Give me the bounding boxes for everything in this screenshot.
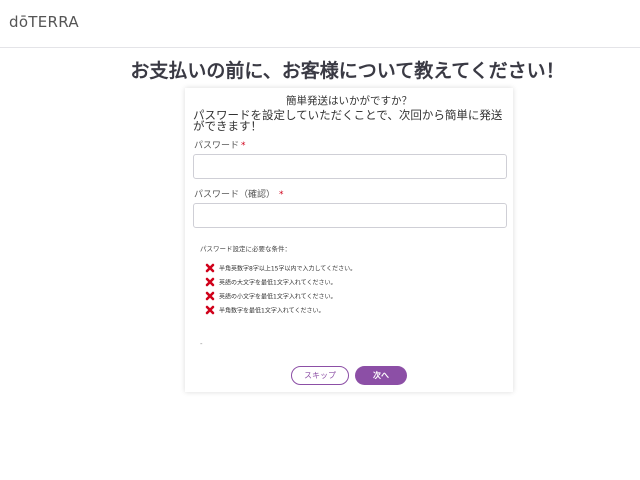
confirm-password-input[interactable] xyxy=(193,203,507,228)
placeholder-dash: - xyxy=(200,340,203,348)
password-setup-card: 簡単発送はいかがですか？ パスワードを設定していただくことで、次回から簡単に発送… xyxy=(185,88,513,392)
requirement-text: 半角数字を最低1文字入れてください。 xyxy=(219,307,325,315)
red-x-icon xyxy=(205,305,215,315)
password-label: パスワード * xyxy=(194,138,246,151)
requirement-text: 英語の大文字を最低1文字入れてください。 xyxy=(219,279,337,287)
confirm-password-label: パスワード（確認） * xyxy=(194,187,284,200)
requirement-item: 英語の小文字を最低1文字入れてください。 xyxy=(205,291,336,301)
red-x-icon xyxy=(205,263,215,273)
card-description: パスワードを設定していただくことで、次回から簡単に発送ができます！ xyxy=(193,108,503,133)
requirement-text: 英語の小文字を最低1文字入れてください。 xyxy=(219,293,337,301)
red-x-icon xyxy=(205,277,215,287)
doterra-logo[interactable]: dōTERRA xyxy=(9,13,79,31)
required-mark: * xyxy=(241,141,246,151)
top-bar: dōTERRA xyxy=(0,0,640,48)
password-input[interactable] xyxy=(193,154,507,179)
requirement-item: 半角数字を最低1文字入れてください。 xyxy=(205,305,324,315)
requirement-item: 半角英数字8字以上15字以内で入力してください。 xyxy=(205,263,356,273)
next-button[interactable]: 次へ xyxy=(355,366,407,385)
red-x-icon xyxy=(205,291,215,301)
password-label-text: パスワード xyxy=(194,141,240,151)
requirement-text: 半角英数字8字以上15字以内で入力してください。 xyxy=(219,265,357,273)
requirements-title: パスワード設定に必要な条件： xyxy=(200,245,291,253)
requirement-item: 英語の大文字を最低1文字入れてください。 xyxy=(205,277,336,287)
skip-button[interactable]: スキップ xyxy=(291,366,349,385)
required-mark: * xyxy=(279,190,284,200)
confirm-password-label-text: パスワード（確認） xyxy=(194,190,276,200)
page-headline: お支払いの前に、お客様について教えてください！ xyxy=(130,60,565,82)
card-title: 簡単発送はいかがですか？ xyxy=(286,95,412,107)
